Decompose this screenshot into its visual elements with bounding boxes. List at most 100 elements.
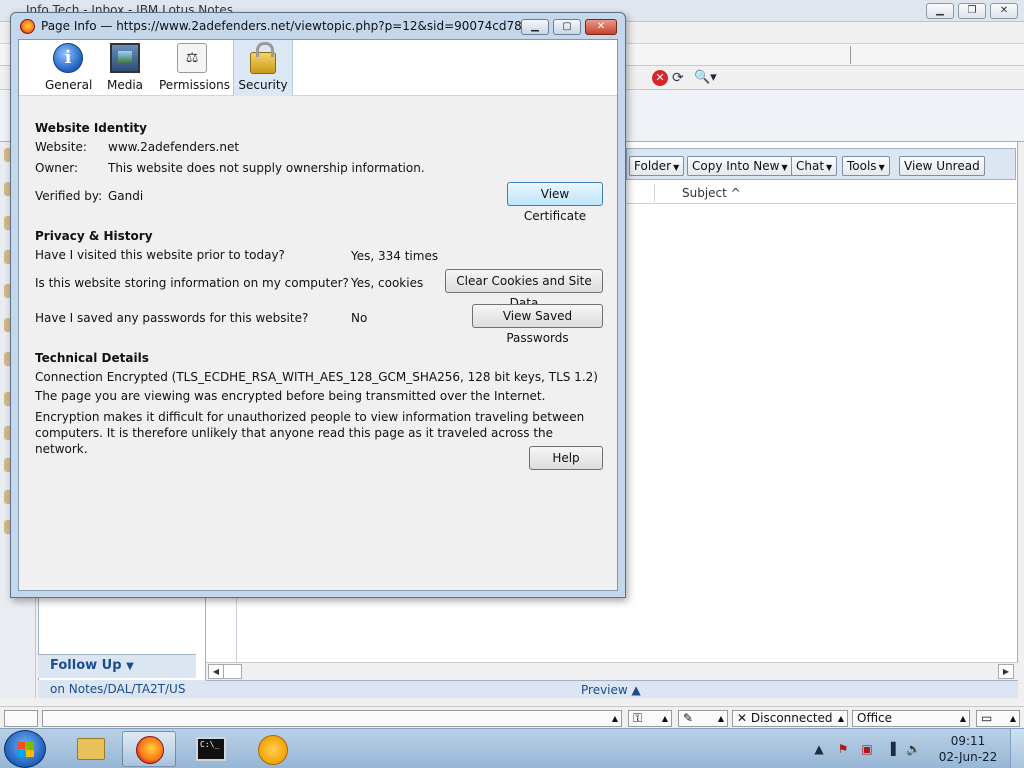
- passwords-question: Have I saved any passwords for this webs…: [35, 311, 309, 325]
- media-icon: [110, 43, 140, 73]
- key-icon[interactable]: ⚿ ▲: [628, 710, 672, 727]
- windows-logo-icon: [17, 742, 35, 758]
- cmd-icon: C:\_: [196, 737, 226, 761]
- taskbar-item-explorer[interactable]: [62, 731, 116, 767]
- volume-icon[interactable]: 🔊: [906, 742, 921, 756]
- status-indicator: [4, 710, 38, 727]
- connection-encrypted-text: Connection Encrypted (TLS_ECDHE_RSA_WITH…: [35, 370, 598, 384]
- privacy-history-heading: Privacy & History: [35, 229, 153, 243]
- tab-security[interactable]: Security: [233, 40, 293, 96]
- help-button[interactable]: Help: [529, 446, 603, 470]
- visited-question: Have I visited this website prior to tod…: [35, 248, 285, 262]
- scroll-right-icon[interactable]: ▶: [998, 664, 1014, 679]
- technical-details-heading: Technical Details: [35, 351, 149, 365]
- clear-cookies-button[interactable]: Clear Cookies and Site Data: [445, 269, 603, 310]
- tab-security-label: Security: [238, 78, 288, 92]
- tab-media[interactable]: Media: [105, 40, 145, 96]
- horizontal-scrollbar[interactable]: ◀ ▶: [206, 662, 1018, 680]
- page-info-dialog: Page Info — https://www.2adefenders.net/…: [10, 12, 626, 598]
- info-icon: i: [53, 43, 83, 73]
- scroll-left-icon[interactable]: ◀: [208, 664, 224, 679]
- folder-icon: [77, 738, 105, 760]
- disconnected-icon: ✕: [737, 711, 748, 725]
- database-location-text: on Notes/DAL/TA2T/US: [50, 682, 186, 696]
- dialog-maximize-button[interactable]: ▢: [553, 19, 581, 35]
- taskbar-item-command-prompt[interactable]: C:\_: [184, 731, 238, 767]
- lock-icon: [250, 42, 276, 74]
- chevron-up-icon: ▲: [631, 683, 641, 697]
- stop-icon[interactable]: ✕: [652, 70, 668, 86]
- location-selector[interactable]: Office ▲: [852, 710, 970, 727]
- taskbar-item-firefox[interactable]: [122, 731, 176, 767]
- maximize-button[interactable]: ❐: [958, 3, 986, 19]
- inbox-status-icon[interactable]: ▭ ▲: [976, 710, 1020, 727]
- connection-status-text: Disconnected: [750, 711, 833, 725]
- taskbar-item-lotus-notes[interactable]: [246, 731, 300, 767]
- device-icon[interactable]: ▣: [860, 742, 874, 756]
- clock-date: 02-Jun-22: [938, 750, 998, 764]
- subject-column-header[interactable]: Subject ^: [682, 186, 741, 200]
- tab-permissions[interactable]: ⚖ Permissions: [159, 40, 230, 96]
- owner-value: This website does not supply ownership i…: [108, 161, 425, 175]
- database-location: on Notes/DAL/TA2T/US: [38, 680, 206, 698]
- page-info-tabs: i General Media ⚖ Permissions Security: [19, 40, 617, 96]
- find-people-icon[interactable]: 🔍▾: [694, 69, 718, 87]
- scroll-thumb[interactable]: [224, 664, 242, 679]
- network-icon[interactable]: ▐: [884, 742, 898, 756]
- verified-by-label: Verified by:: [35, 189, 103, 203]
- column-header[interactable]: Subject ^: [626, 182, 1016, 204]
- close-button[interactable]: ✕: [990, 3, 1018, 19]
- start-button[interactable]: [4, 730, 46, 768]
- storing-question: Is this website storing information on m…: [35, 276, 349, 290]
- tab-permissions-label: Permissions: [159, 78, 230, 92]
- preview-label: Preview: [581, 683, 628, 697]
- folder-button[interactable]: Folder ▼: [629, 156, 685, 176]
- passwords-answer: No: [351, 311, 368, 325]
- system-clock[interactable]: 09:11 02-Jun-22: [936, 733, 1000, 765]
- copy-into-new-button[interactable]: Copy Into New ▼: [687, 156, 793, 176]
- notes-status-bar: ▲ ⚿ ▲ ✎ ▲ ✕ Disconnected ▲ Office ▲ ▭ ▲: [0, 706, 1024, 728]
- firefox-icon: [20, 19, 35, 34]
- dialog-body: i General Media ⚖ Permissions Security W…: [18, 39, 618, 591]
- signature-icon[interactable]: ✎ ▲: [678, 710, 728, 727]
- storing-answer: Yes, cookies: [351, 276, 424, 290]
- clock-time: 09:11: [950, 734, 986, 748]
- chat-button[interactable]: Chat ▼: [791, 156, 838, 176]
- connection-status[interactable]: ✕ Disconnected ▲: [732, 710, 848, 727]
- show-desktop-button[interactable]: [1010, 729, 1024, 768]
- tab-general[interactable]: i General: [45, 40, 93, 96]
- firefox-icon: [136, 736, 164, 764]
- show-hidden-icons-icon[interactable]: ▲: [812, 742, 826, 756]
- view-action-bar: Folder ▼ Copy Into New ▼ Chat ▼ Tools ▼ View…: [626, 148, 1016, 180]
- dialog-titlebar[interactable]: Page Info — https://www.2adefenders.net/…: [11, 13, 625, 39]
- location-text: Office: [857, 711, 893, 725]
- owner-label: Owner:: [35, 161, 79, 175]
- view-certificate-button[interactable]: View Certificate: [507, 182, 603, 223]
- preview-toggle[interactable]: Preview ▲: [206, 680, 1018, 698]
- tab-media-label: Media: [106, 78, 144, 92]
- dialog-minimize-button[interactable]: ▁: [521, 19, 549, 35]
- chevron-down-icon[interactable]: ▼: [126, 661, 134, 672]
- website-identity-heading: Website Identity: [35, 121, 147, 135]
- minimize-button[interactable]: ▁: [926, 3, 954, 19]
- notes-icon: [258, 735, 288, 765]
- verified-by-value: Gandi: [108, 189, 144, 203]
- follow-up-section[interactable]: Follow Up ▼: [38, 654, 196, 678]
- visited-answer: Yes, 334 times: [351, 249, 439, 263]
- action-center-icon[interactable]: ⚑: [836, 742, 850, 756]
- permissions-icon: ⚖: [177, 43, 207, 73]
- dialog-close-button[interactable]: ✕: [585, 19, 617, 35]
- view-unread-button[interactable]: View Unread: [899, 156, 985, 176]
- encryption-explanation: Encryption makes it difficult for unauth…: [35, 410, 585, 456]
- view-saved-passwords-button[interactable]: View Saved Passwords: [472, 304, 603, 345]
- refresh-icon[interactable]: ⟳: [672, 70, 690, 86]
- website-label: Website:: [35, 140, 87, 154]
- tab-general-label: General: [45, 78, 93, 92]
- status-message[interactable]: ▲: [42, 710, 622, 727]
- tools-button[interactable]: Tools ▼: [842, 156, 890, 176]
- dialog-title: Page Info — https://www.2adefenders.net/…: [41, 19, 521, 33]
- follow-up-label: Follow Up: [50, 658, 122, 673]
- encryption-note: The page you are viewing was encrypted b…: [35, 389, 546, 403]
- taskbar: C:\_ ▲ ⚑ ▣ ▐ 🔊 09:11 02-Jun-22: [0, 728, 1024, 768]
- website-value: www.2adefenders.net: [108, 140, 240, 154]
